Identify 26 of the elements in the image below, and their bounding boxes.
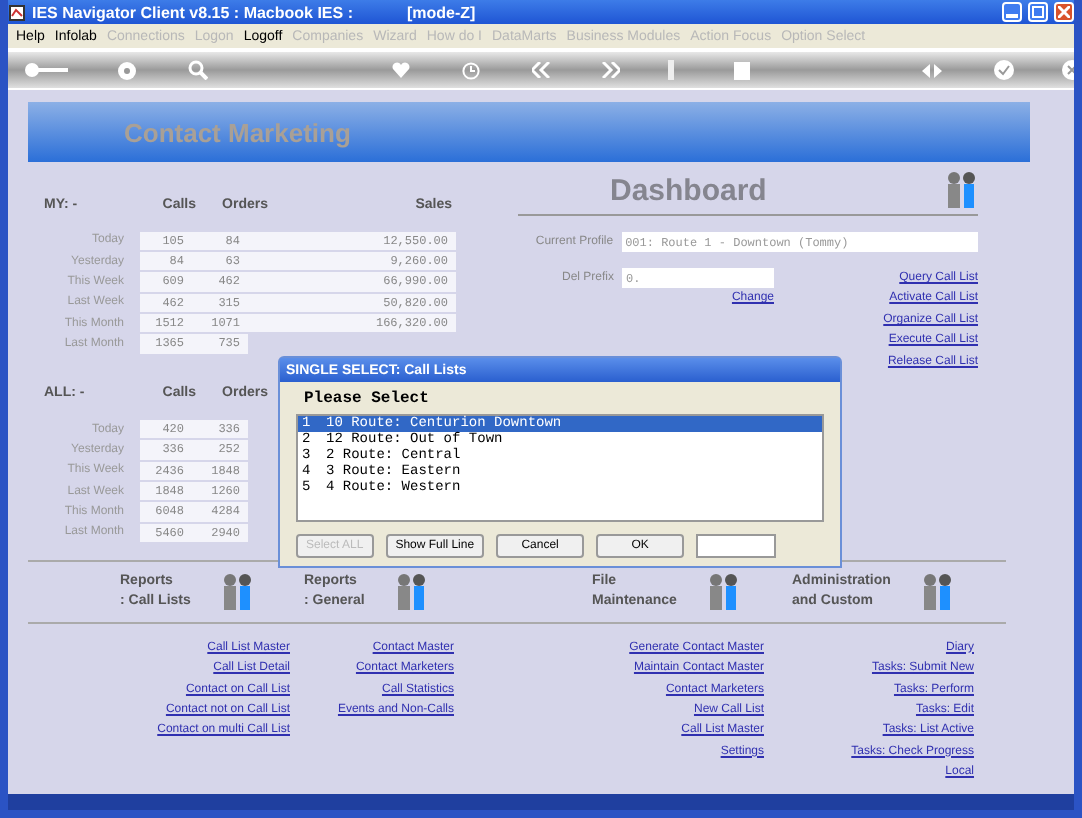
- maximize-icon: [1032, 6, 1044, 18]
- rewind-icon[interactable]: [532, 62, 550, 78]
- close-icon: [1058, 6, 1070, 18]
- transfer-icon[interactable]: [922, 61, 942, 79]
- key-icon[interactable]: [24, 62, 68, 78]
- banner-title: Contact Marketing: [124, 117, 351, 147]
- people-icon: [396, 573, 429, 610]
- forward-icon[interactable]: [602, 62, 620, 78]
- dashboard-title: Dashboard: [610, 173, 767, 207]
- document-icon[interactable]: [734, 61, 750, 79]
- window-title: IES Navigator Client v8.15 : Macbook IES :: [32, 3, 353, 21]
- people-icon: [222, 573, 255, 610]
- people-icon: [946, 172, 978, 208]
- search-icon[interactable]: [188, 60, 208, 80]
- clock-icon[interactable]: [462, 61, 480, 79]
- help-icon[interactable]: [118, 61, 136, 79]
- heart-icon[interactable]: [392, 62, 410, 78]
- dialog-prompt: Please Select: [304, 390, 431, 408]
- minimize-button[interactable]: [1002, 2, 1022, 22]
- people-icon: [708, 573, 741, 610]
- close-button[interactable]: [1054, 2, 1074, 22]
- check-icon[interactable]: [994, 60, 1014, 80]
- window-mode: [mode-Z]: [407, 3, 476, 21]
- people-icon: [922, 573, 955, 610]
- input-field[interactable]: [696, 534, 777, 558]
- maximize-button[interactable]: [1028, 2, 1048, 22]
